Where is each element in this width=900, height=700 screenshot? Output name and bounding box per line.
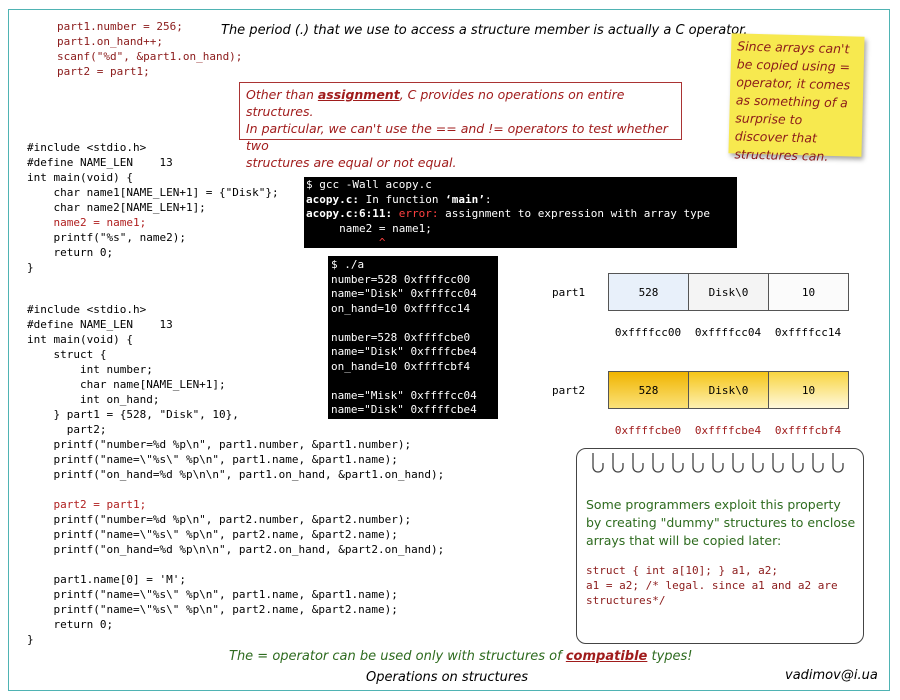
- part2-cell-on-hand: 10: [768, 371, 849, 409]
- code-line: part2;: [27, 423, 107, 436]
- term-line: name2 = name1;: [306, 221, 432, 235]
- code-line: char name1[NAME_LEN+1] = {"Disk"};: [27, 186, 279, 199]
- part2-memory-row: 528 Disk\0 10: [608, 371, 849, 409]
- term-file: acopy.c:: [306, 192, 359, 206]
- program1-code: #include <stdio.h> #define NAME_LEN 13 i…: [27, 140, 279, 275]
- code-line: printf("name=\"%s\" %p\n", part2.name, &…: [27, 603, 398, 616]
- term-file: acopy.c:6:11:: [306, 207, 393, 220]
- code-line: printf("number=%d %p\n", part1.number, &…: [27, 438, 412, 451]
- term-line: name="Disk" 0xffffcc04: [331, 287, 477, 300]
- code-line: return 0;: [27, 618, 114, 631]
- code-line: }: [27, 261, 34, 274]
- term-error: error:: [392, 207, 439, 220]
- compile-terminal: $ gcc -Wall acopy.c acopy.c: In function…: [304, 177, 737, 249]
- term-caret: ^: [306, 236, 386, 249]
- code-line: scanf("%d", &part1.on_hand);: [57, 50, 243, 63]
- assignment-note-line2: In particular, we can't use the == and !…: [246, 121, 668, 153]
- part1-addr-number: 0xffffcc00: [614, 326, 682, 339]
- part1-label: part1: [552, 286, 586, 299]
- text: Other than: [246, 87, 318, 102]
- term-text: assignment to expression with array type: [438, 207, 710, 220]
- part2-addr-number: 0xffffcbe0: [614, 424, 682, 437]
- part2-addr-name: 0xffffcbe4: [694, 424, 762, 437]
- part1-cell-on-hand: 10: [768, 273, 849, 311]
- code-line: #define NAME_LEN 13: [27, 318, 173, 331]
- code-line: printf("on_hand=%d %p\n\n", part1.on_han…: [27, 468, 445, 481]
- code-line: printf("on_hand=%d %p\n\n", part2.on_han…: [27, 543, 445, 556]
- code-line: printf("number=%d %p\n", part2.number, &…: [27, 513, 412, 526]
- code-line: } part1 = {528, "Disk", 10},: [27, 408, 239, 421]
- assignment-note-box: Other than assignment, C provides no ope…: [239, 82, 682, 170]
- assignment-note-line1: Other than assignment, C provides no ope…: [246, 86, 675, 120]
- code-line: printf("name=\"%s\" %p\n", part1.name, &…: [27, 588, 398, 601]
- snippet-top: part1.number = 256; part1.on_hand++; sca…: [57, 19, 242, 79]
- term-line: $ gcc -Wall acopy.c: [306, 178, 432, 191]
- compatible-keyword: compatible: [565, 649, 648, 664]
- code-line: part1.number = 256;: [57, 20, 183, 33]
- code-line: part1.on_hand++;: [57, 35, 163, 48]
- part1-cell-name: Disk\0: [688, 273, 769, 311]
- code-line: int number;: [27, 363, 153, 376]
- code-line: struct { int a[10]; } a1, a2;: [586, 564, 779, 577]
- sticky-note: Since arrays can't be copied using = ope…: [728, 33, 865, 164]
- part1-addr-name: 0xffffcc04: [694, 326, 762, 339]
- code-line: printf("name=\"%s\" %p\n", part1.name, &…: [27, 453, 398, 466]
- footer-email: vadimov@i.ua: [785, 668, 878, 683]
- footer-title: Operations on structures: [366, 670, 528, 685]
- code-line: struct {: [27, 348, 107, 361]
- part2-cell-number: 528: [608, 371, 689, 409]
- code-line: #include <stdio.h>: [27, 141, 147, 154]
- part2-addr-on-hand: 0xffffcbf4: [774, 424, 842, 437]
- code-line: char name[NAME_LEN+1];: [27, 378, 226, 391]
- program2-code: #include <stdio.h> #define NAME_LEN 13 i…: [27, 302, 444, 647]
- code-line: part1.name[0] = 'M';: [27, 573, 186, 586]
- assignment-keyword: assignment: [317, 87, 400, 102]
- code-line-error: name2 = name1;: [27, 216, 147, 229]
- notebook-code: struct { int a[10]; } a1, a2; a1 = a2; /…: [586, 563, 838, 608]
- code-line: #include <stdio.h>: [27, 303, 147, 316]
- term-text: In function: [358, 192, 446, 206]
- code-line: int on_hand;: [27, 393, 160, 406]
- part2-cell-name: Disk\0: [688, 371, 769, 409]
- notebook-card: Some programmers exploit this property b…: [576, 448, 864, 644]
- term-line: number=528 0xffffcc00: [331, 272, 471, 286]
- code-line: char name2[NAME_LEN+1];: [27, 201, 206, 214]
- code-line: return 0;: [27, 246, 114, 259]
- part1-cell-number: 528: [608, 273, 689, 311]
- part1-addr-on-hand: 0xffffcc14: [774, 326, 842, 339]
- notebook-spiral-icon: [592, 453, 844, 473]
- code-line: structures*/: [586, 594, 666, 607]
- code-line: int main(void) {: [27, 171, 133, 184]
- term-line: $ ./a: [331, 258, 365, 271]
- period-note: The period (.) that we use to access a s…: [221, 23, 748, 38]
- notebook-text: Some programmers exploit this property b…: [586, 497, 856, 548]
- term-func: ‘main’: [445, 192, 485, 206]
- text: The = operator can be used only with str…: [229, 649, 566, 664]
- code-line: }: [27, 633, 34, 646]
- term-text: :: [484, 192, 492, 206]
- bottom-note: The = operator can be used only with str…: [229, 649, 693, 664]
- code-line: printf("%s", name2);: [27, 231, 186, 244]
- code-line: a1 = a2; /* legal. since a1 and a2 are: [586, 579, 838, 592]
- text: types!: [647, 649, 693, 664]
- code-line-assign: part2 = part1;: [27, 498, 147, 511]
- code-line: #define NAME_LEN 13: [27, 156, 173, 169]
- code-line: int main(void) {: [27, 333, 133, 346]
- code-line: part2 = part1;: [57, 65, 150, 78]
- sticky-text: Since arrays can't be copied using = ope…: [734, 38, 851, 164]
- code-line: printf("name=\"%s\" %p\n", part2.name, &…: [27, 528, 398, 541]
- part2-label: part2: [552, 384, 586, 397]
- part1-memory-row: 528 Disk\0 10: [608, 273, 849, 311]
- assignment-note-line3: structures are equal or not equal.: [246, 155, 457, 170]
